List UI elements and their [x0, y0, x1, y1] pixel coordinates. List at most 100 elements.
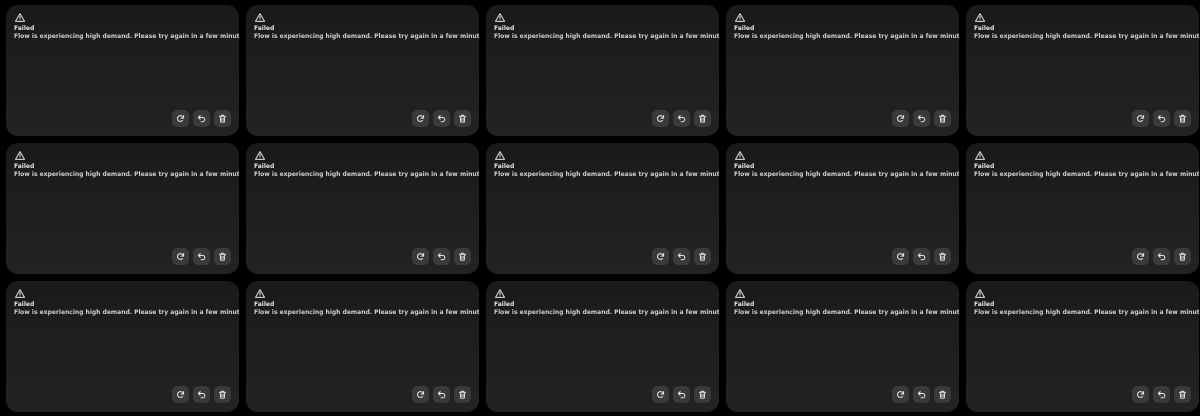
card-error-message: Flow is experiencing high demand. Please…	[254, 33, 479, 40]
undo-button[interactable]	[433, 248, 450, 265]
delete-button[interactable]	[214, 386, 231, 403]
card-error-message: Flow is experiencing high demand. Please…	[974, 171, 1199, 178]
undo-button[interactable]	[193, 386, 210, 403]
undo-button[interactable]	[913, 248, 930, 265]
undo-button[interactable]	[433, 386, 450, 403]
refresh-icon	[656, 390, 665, 399]
refresh-icon	[1136, 252, 1145, 261]
undo-button[interactable]	[673, 248, 690, 265]
retry-button[interactable]	[412, 386, 429, 403]
delete-button[interactable]	[694, 248, 711, 265]
card-status-title: Failed	[14, 301, 35, 308]
retry-button[interactable]	[892, 386, 909, 403]
warning-triangle-icon	[735, 289, 745, 298]
retry-button[interactable]	[172, 248, 189, 265]
card-error-message: Flow is experiencing high demand. Please…	[974, 309, 1199, 316]
trash-icon	[458, 114, 467, 123]
delete-button[interactable]	[934, 110, 951, 127]
card-status-title: Failed	[254, 301, 275, 308]
refresh-icon	[1136, 114, 1145, 123]
delete-button[interactable]	[1174, 110, 1191, 127]
delete-button[interactable]	[214, 110, 231, 127]
undo-button[interactable]	[1153, 248, 1170, 265]
generation-card: Failed Flow is experiencing high demand.…	[246, 281, 479, 412]
delete-button[interactable]	[694, 110, 711, 127]
undo-icon	[1157, 114, 1166, 123]
card-actions	[892, 110, 951, 127]
delete-button[interactable]	[934, 248, 951, 265]
warning-triangle-icon	[495, 151, 505, 160]
undo-button[interactable]	[913, 386, 930, 403]
card-actions	[652, 386, 711, 403]
warning-triangle-icon	[975, 289, 985, 298]
card-status-title: Failed	[494, 25, 515, 32]
undo-button[interactable]	[1153, 386, 1170, 403]
undo-button[interactable]	[913, 110, 930, 127]
delete-button[interactable]	[454, 248, 471, 265]
retry-button[interactable]	[652, 386, 669, 403]
undo-icon	[677, 390, 686, 399]
undo-icon	[677, 252, 686, 261]
trash-icon	[218, 390, 227, 399]
trash-icon	[698, 390, 707, 399]
refresh-icon	[896, 114, 905, 123]
card-status-title: Failed	[254, 25, 275, 32]
results-grid: Failed Flow is experiencing high demand.…	[0, 0, 1200, 416]
refresh-icon	[656, 252, 665, 261]
generation-card: Failed Flow is experiencing high demand.…	[726, 5, 959, 136]
trash-icon	[458, 390, 467, 399]
undo-button[interactable]	[673, 110, 690, 127]
delete-button[interactable]	[694, 386, 711, 403]
delete-button[interactable]	[214, 248, 231, 265]
undo-icon	[197, 390, 206, 399]
retry-button[interactable]	[172, 386, 189, 403]
retry-button[interactable]	[1132, 110, 1149, 127]
card-actions	[892, 386, 951, 403]
undo-button[interactable]	[433, 110, 450, 127]
undo-button[interactable]	[673, 386, 690, 403]
retry-button[interactable]	[172, 110, 189, 127]
undo-button[interactable]	[193, 248, 210, 265]
trash-icon	[218, 114, 227, 123]
warning-triangle-icon	[15, 289, 25, 298]
card-actions	[172, 386, 231, 403]
warning-triangle-icon	[975, 151, 985, 160]
generation-card: Failed Flow is experiencing high demand.…	[6, 5, 239, 136]
card-actions	[412, 386, 471, 403]
card-error-message: Flow is experiencing high demand. Please…	[734, 309, 959, 316]
delete-button[interactable]	[454, 110, 471, 127]
trash-icon	[698, 114, 707, 123]
generation-card: Failed Flow is experiencing high demand.…	[6, 143, 239, 274]
card-status-title: Failed	[734, 25, 755, 32]
undo-icon	[917, 114, 926, 123]
delete-button[interactable]	[1174, 386, 1191, 403]
refresh-icon	[176, 114, 185, 123]
retry-button[interactable]	[652, 248, 669, 265]
retry-button[interactable]	[892, 248, 909, 265]
undo-icon	[197, 252, 206, 261]
retry-button[interactable]	[1132, 386, 1149, 403]
warning-triangle-icon	[495, 289, 505, 298]
retry-button[interactable]	[1132, 248, 1149, 265]
trash-icon	[458, 252, 467, 261]
card-error-message: Flow is experiencing high demand. Please…	[14, 171, 239, 178]
delete-button[interactable]	[1174, 248, 1191, 265]
undo-icon	[197, 114, 206, 123]
refresh-icon	[416, 390, 425, 399]
refresh-icon	[1136, 390, 1145, 399]
card-status-title: Failed	[734, 163, 755, 170]
card-error-message: Flow is experiencing high demand. Please…	[14, 309, 239, 316]
retry-button[interactable]	[652, 110, 669, 127]
undo-icon	[917, 390, 926, 399]
retry-button[interactable]	[412, 248, 429, 265]
delete-button[interactable]	[454, 386, 471, 403]
warning-triangle-icon	[735, 151, 745, 160]
undo-icon	[917, 252, 926, 261]
generation-card: Failed Flow is experiencing high demand.…	[966, 143, 1199, 274]
retry-button[interactable]	[892, 110, 909, 127]
undo-button[interactable]	[193, 110, 210, 127]
delete-button[interactable]	[934, 386, 951, 403]
refresh-icon	[896, 252, 905, 261]
retry-button[interactable]	[412, 110, 429, 127]
undo-button[interactable]	[1153, 110, 1170, 127]
